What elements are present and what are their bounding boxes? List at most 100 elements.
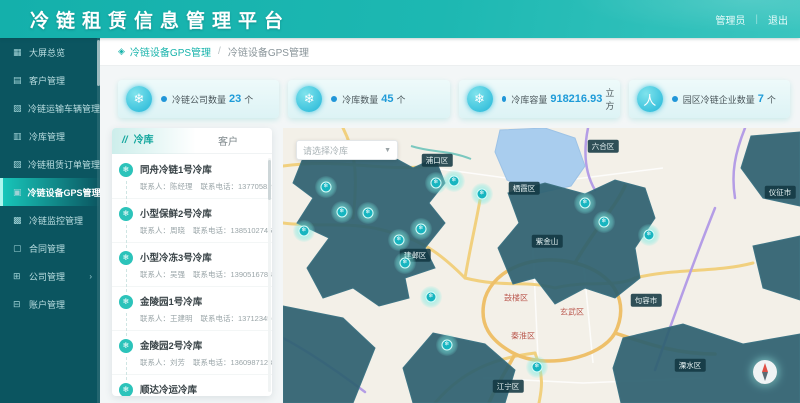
stat-card-unit: 个 <box>767 93 776 106</box>
sidebar-item-1[interactable]: ▦大屏总览 <box>0 38 100 66</box>
stat-card-icon: ❄ <box>467 86 493 112</box>
sidebar-item-label: 账户管理 <box>29 298 65 311</box>
stat-card-icon: 人 <box>637 86 663 112</box>
map-region-chip: 仪征市 <box>765 186 796 199</box>
cold-storage-marker[interactable]: ❄ <box>638 224 660 246</box>
contact-phone: 联系电话：13905167842 <box>193 269 272 280</box>
marker-snowflake-icon: ❄ <box>477 189 488 200</box>
chevron-right-icon: › <box>89 272 92 281</box>
cold-storage-marker[interactable]: ❄ <box>443 170 465 192</box>
map-storage-select[interactable]: 请选择冷库 ▼ <box>296 140 398 160</box>
gps-map[interactable]: 请选择冷库 ▼ 鼓楼区玄武区秦淮区浦口区六合区仪征市栖霞区紫金山建邺区江宁区句容… <box>283 128 800 403</box>
cold-storage-marker[interactable]: ❄ <box>436 334 458 356</box>
contact-person: 联系人：吴强 <box>140 269 185 280</box>
sidebar-item-icon: ▧ <box>13 103 22 114</box>
list-scroll-thumb[interactable] <box>268 160 271 200</box>
stat-card-icon: ❄ <box>126 86 152 112</box>
sidebar-item-4[interactable]: ▥冷库管理 <box>0 122 100 150</box>
sidebar-item-icon: ⊟ <box>13 299 23 310</box>
sidebar-item-8[interactable]: ▢合同管理 <box>0 234 100 262</box>
cold-storage-list-item[interactable]: ❄ 小型保鲜2号冷库联系人：周晓联系电话：13851027465 <box>112 199 272 243</box>
storage-meta: 联系人：陈经理联系电话：13770581923 <box>140 181 264 192</box>
sidebar-scroll-thumb[interactable] <box>97 40 100 86</box>
cold-storage-marker[interactable]: ❄ <box>315 176 337 198</box>
sidebar-item-icon: ▥ <box>13 131 23 142</box>
snowflake-icon: ❄ <box>119 207 133 221</box>
marker-snowflake-icon: ❄ <box>426 292 437 303</box>
sidebar-item-label: 冷链设备GPS管理 <box>28 186 101 199</box>
contact-person: 联系人：陈经理 <box>140 181 193 192</box>
sidebar-nav: ▦大屏总览▤客户管理 ▧ 冷链运输车辆管理 ▥冷库管理 ▨ 冷链租赁订单管理 ▣冷链设备GP… <box>0 38 100 403</box>
cold-storage-panel: //冷库 客户 ❄同舟冷链1号冷库联系人：陈经理联系电话：13770581923… <box>112 128 272 396</box>
stat-card-unit: 个 <box>397 93 406 106</box>
contact-person: 联系人：王建明 <box>140 313 193 324</box>
sidebar-item-3[interactable]: ▧ 冷链运输车辆管理 <box>0 94 100 122</box>
storage-title: 小型保鲜2号冷库 <box>140 206 264 220</box>
app-title: 冷链租赁信息管理平台 <box>30 6 290 33</box>
contact-phone: 联系电话：13770581923 <box>201 181 273 192</box>
cold-storage-list-item[interactable]: ❄顺达冷运冷库联系人：李涛联系电话：13155667788 <box>112 375 272 396</box>
compass-south-needle <box>762 372 768 381</box>
sidebar-item-icon: ▢ <box>13 243 23 254</box>
cold-storage-marker[interactable]: ❄ <box>471 183 493 205</box>
marker-snowflake-icon: ❄ <box>644 230 655 241</box>
sidebar-item-10[interactable]: ⊟ 账户管理 <box>0 290 100 318</box>
sidebar-item-label: 冷链运输车辆管理 <box>28 102 100 115</box>
cold-storage-marker[interactable]: ❄ <box>526 356 548 378</box>
cold-storage-marker[interactable]: ❄ <box>410 218 432 240</box>
cold-storage-list: ❄同舟冷链1号冷库联系人：陈经理联系电话：13770581923 ❄ 小型保鲜2号冷… <box>112 155 272 396</box>
storage-title: 小型冷冻3号冷库 <box>140 250 264 264</box>
stat-card-dot <box>672 96 678 102</box>
chevron-down-icon: ▼ <box>384 147 391 154</box>
cold-storage-list-item[interactable]: ❄同舟冷链1号冷库联系人：陈经理联系电话：13770581923 <box>112 155 272 199</box>
stat-card-dot <box>331 96 337 102</box>
sidebar-item-6[interactable]: ▣冷链设备GPS管理 <box>0 178 100 206</box>
sidebar-item-label: 冷链租赁订单管理 <box>28 158 100 171</box>
cold-storage-marker[interactable]: ❄ <box>574 192 596 214</box>
marker-snowflake-icon: ❄ <box>337 207 348 218</box>
sidebar-item-icon: ▨ <box>13 159 22 170</box>
cold-storage-marker[interactable]: ❄ <box>388 229 410 251</box>
stat-card-label: 冷库容量 <box>511 93 547 106</box>
cold-storage-list-item[interactable]: ❄小型冷冻3号冷库联系人：吴强联系电话：13905167842 <box>112 243 272 287</box>
marker-snowflake-icon: ❄ <box>363 208 374 219</box>
cold-storage-marker[interactable]: ❄ <box>593 211 615 233</box>
sidebar-item-label: 公司管理 <box>29 270 65 283</box>
sidebar-item-icon: ▤ <box>13 75 23 86</box>
cold-storage-marker[interactable]: ❄ <box>331 201 353 223</box>
sidebar-item-5[interactable]: ▨ 冷链租赁订单管理 <box>0 150 100 178</box>
map-region-chip: 江宁区 <box>493 380 524 393</box>
stat-card-label: 冷链公司数量 <box>172 93 226 106</box>
cold-storage-marker[interactable]: ❄ <box>394 252 416 274</box>
sidebar-item-2[interactable]: ▤客户管理 <box>0 66 100 94</box>
tab-customer[interactable]: 客户 <box>218 133 238 148</box>
cold-storage-marker[interactable]: ❄ <box>420 286 442 308</box>
marker-snowflake-icon: ❄ <box>299 226 310 237</box>
map-region-chip: 六合区 <box>588 140 619 153</box>
marker-snowflake-icon: ❄ <box>394 235 405 246</box>
map-district-label: 玄武区 <box>560 307 584 318</box>
cold-storage-list-item[interactable]: ❄金陵园2号冷库联系人：刘芳联系电话：13609871234 <box>112 331 272 375</box>
breadcrumb-parent[interactable]: 冷链设备GPS管理 <box>130 44 211 59</box>
storage-meta: 联系人：吴强联系电话：13905167842 <box>140 269 264 280</box>
cold-storage-marker[interactable]: ❄ <box>357 202 379 224</box>
breadcrumb-icon: ◈ <box>118 46 125 57</box>
map-district-label: 秦淮区 <box>511 331 535 342</box>
cold-storage-list-item[interactable]: ❄金陵园1号冷库联系人：王建明联系电话：13712345678 <box>112 287 272 331</box>
sidebar-item-9[interactable]: ⊞公司管理› <box>0 262 100 290</box>
sidebar-item-icon: ▦ <box>13 47 23 58</box>
storage-meta: 联系人：周晓联系电话：13851027465 <box>140 225 264 236</box>
user-name[interactable]: 管理员 <box>715 12 745 27</box>
storage-meta: 联系人：刘芳联系电话：13609871234 <box>140 357 264 368</box>
tab-cold-storage[interactable]: //冷库 <box>112 128 196 154</box>
stat-card-label: 园区冷链企业数量 <box>683 93 755 106</box>
stat-cards-row: ❄冷链公司数量23个❄冷库数量45个❄冷库容量918216.93立方人园区冷链企… <box>118 80 790 120</box>
cold-storage-marker[interactable]: ❄ <box>293 220 315 242</box>
breadcrumb-separator: / <box>218 46 221 57</box>
map-compass[interactable] <box>753 360 777 384</box>
marker-snowflake-icon: ❄ <box>416 224 427 235</box>
app-header: 冷链租赁信息管理平台 管理员 | 退出 <box>0 0 800 38</box>
breadcrumb: ◈ 冷链设备GPS管理 / 冷链设备GPS管理 <box>100 38 800 66</box>
logout-button[interactable]: 退出 <box>768 12 788 27</box>
sidebar-item-7[interactable]: ▩冷链监控管理 <box>0 206 100 234</box>
